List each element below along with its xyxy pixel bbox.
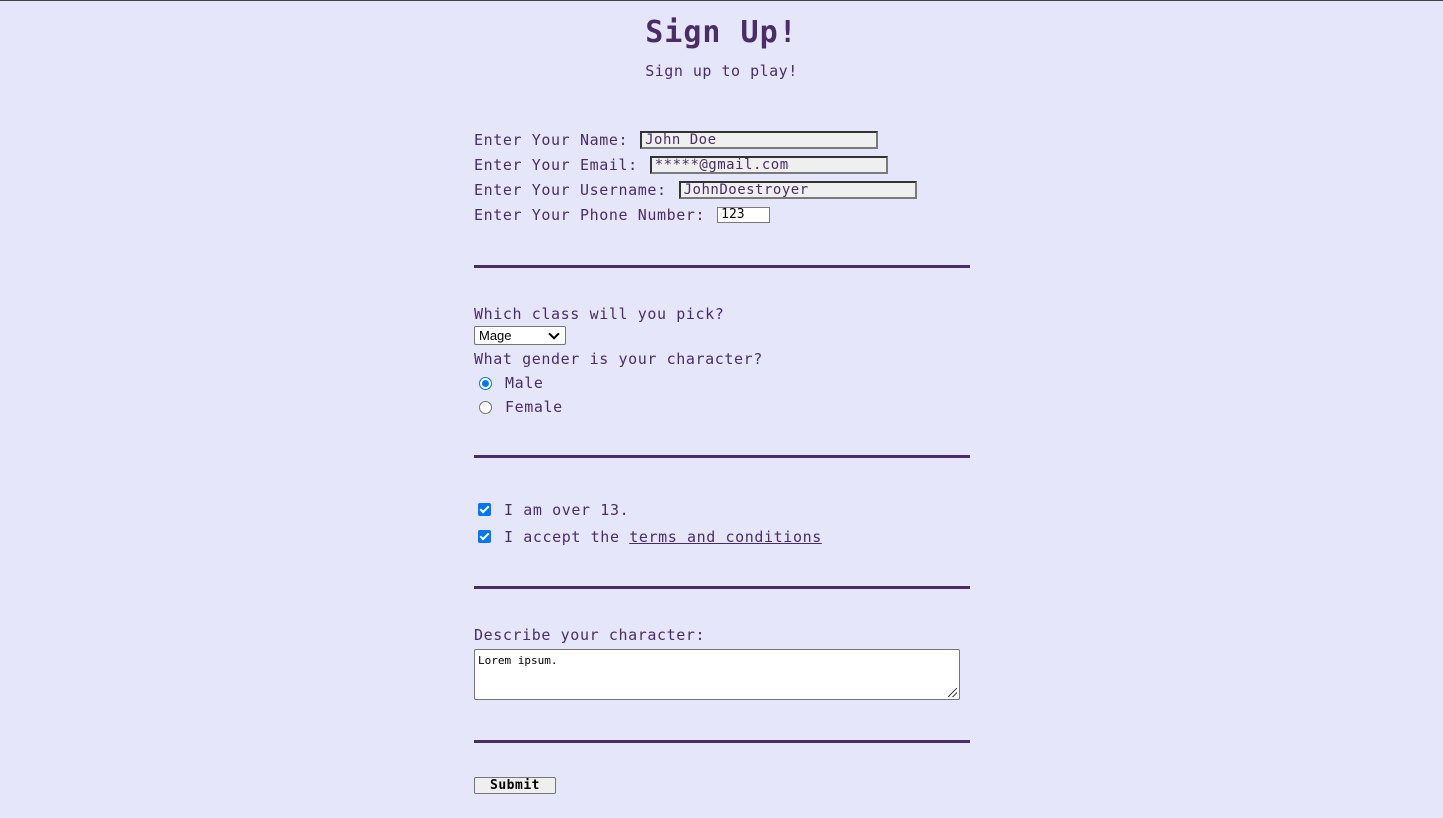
gender-option-female[interactable]: Female bbox=[474, 395, 970, 419]
female-radio[interactable] bbox=[479, 400, 492, 414]
class-question: Which class will you pick? bbox=[474, 305, 725, 323]
email-input[interactable] bbox=[649, 155, 888, 174]
description-label: Describe your character: bbox=[474, 626, 706, 644]
email-row: Enter Your Email: bbox=[474, 152, 970, 177]
name-input[interactable] bbox=[640, 130, 879, 149]
signup-form: Enter Your Name: Enter Your Email: Enter… bbox=[474, 127, 970, 794]
name-label: Enter Your Name: bbox=[474, 130, 629, 149]
page-subtitle: Sign up to play! bbox=[645, 62, 798, 80]
terms-checkbox-row[interactable]: I accept the terms and conditions bbox=[474, 523, 970, 550]
age-checkbox-row[interactable]: I am over 13. bbox=[474, 496, 970, 523]
male-label: Male bbox=[505, 374, 544, 392]
gender-question: What gender is your character? bbox=[474, 350, 763, 368]
female-label: Female bbox=[505, 398, 563, 416]
submit-button[interactable]: Submit bbox=[474, 777, 556, 794]
class-select-value: Mage bbox=[479, 328, 512, 343]
description-value: Lorem ipsum. bbox=[478, 654, 558, 667]
username-label: Enter Your Username: bbox=[474, 180, 667, 199]
phone-input[interactable] bbox=[717, 206, 771, 223]
age-checkbox[interactable] bbox=[478, 503, 491, 516]
terms-checkbox[interactable] bbox=[478, 530, 491, 543]
email-label: Enter Your Email: bbox=[474, 155, 638, 174]
phone-row: Enter Your Phone Number: bbox=[474, 202, 970, 227]
terms-prefix: I accept the bbox=[504, 527, 620, 546]
class-select[interactable]: Mage bbox=[474, 326, 566, 345]
terms-link[interactable]: terms and conditions bbox=[629, 528, 822, 546]
age-label: I am over 13. bbox=[504, 500, 630, 519]
resize-handle-icon[interactable] bbox=[948, 688, 957, 697]
phone-label: Enter Your Phone Number: bbox=[474, 205, 706, 224]
name-row: Enter Your Name: bbox=[474, 127, 970, 152]
username-row: Enter Your Username: bbox=[474, 177, 970, 202]
chevron-down-icon bbox=[548, 327, 560, 340]
page-title: Sign Up! bbox=[645, 15, 798, 50]
username-input[interactable] bbox=[678, 180, 917, 199]
gender-option-male[interactable]: Male bbox=[474, 371, 970, 395]
description-textarea[interactable]: Lorem ipsum. bbox=[474, 649, 960, 700]
male-radio[interactable] bbox=[479, 376, 492, 390]
